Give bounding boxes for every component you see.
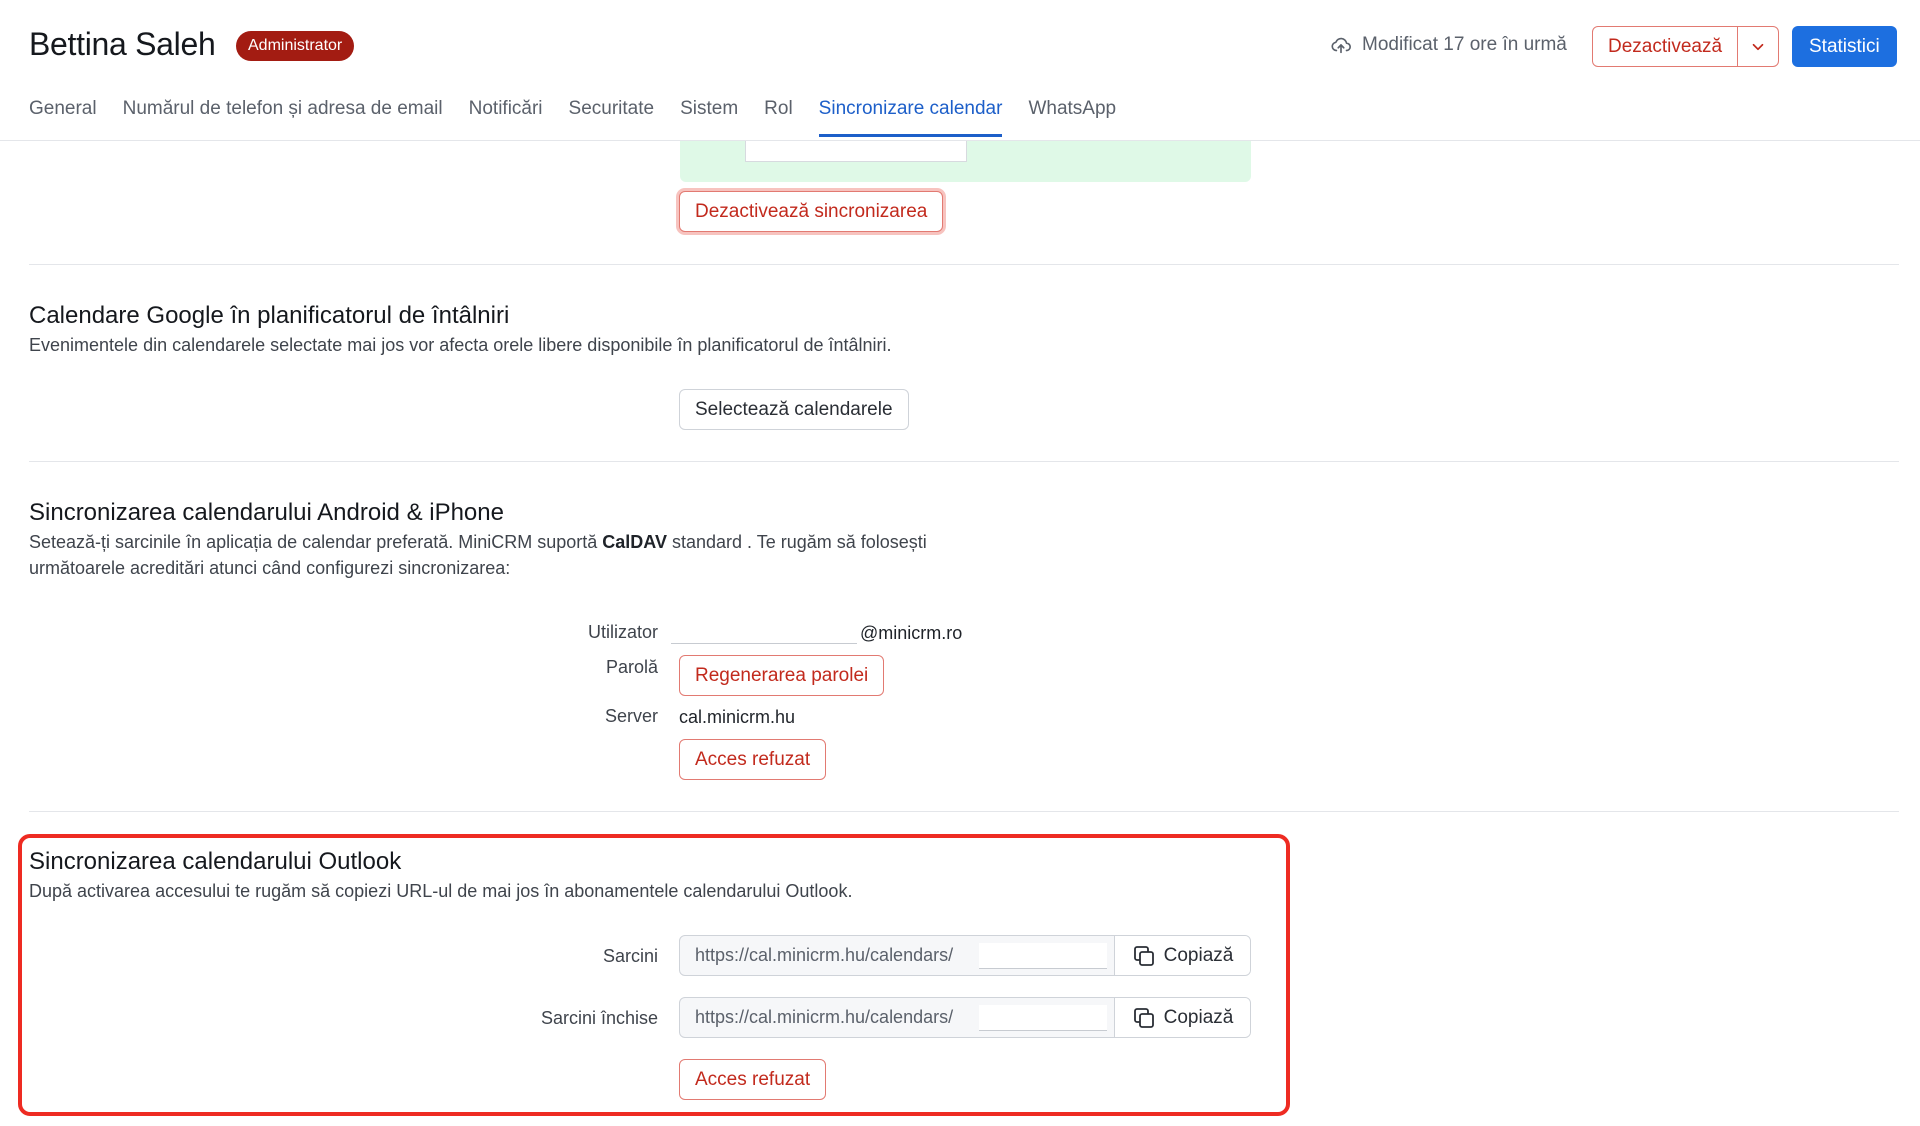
tasks-url-group: https://cal.minicrm.hu/calendars/ Copiaz…	[679, 935, 1251, 976]
modified-status: Modificat 17 ore în urmă	[1330, 34, 1567, 56]
tab-whatsapp[interactable]: WhatsApp	[1028, 98, 1116, 137]
outlook-access-denied-button[interactable]: Acces refuzat	[679, 1059, 827, 1100]
chevron-down-icon	[1752, 43, 1764, 50]
tasks-label: Sarcini	[602, 946, 658, 966]
server-value: cal.minicrm.hu	[679, 707, 796, 727]
copy-icon	[1133, 945, 1154, 966]
url-redacted	[979, 1005, 1107, 1031]
deactivate-button[interactable]: Dezactivează	[1593, 27, 1739, 66]
closed-tasks-url-group: https://cal.minicrm.hu/calendars/ Copiaz…	[679, 997, 1251, 1038]
deactivate-split-button: Dezactivează	[1592, 26, 1780, 67]
copy-closed-tasks-url-button[interactable]: Copiază	[1114, 998, 1250, 1037]
tab-system[interactable]: Sistem	[680, 98, 738, 137]
tab-calendar-sync[interactable]: Sincronizare calendar	[818, 98, 1003, 137]
outlook-title: Sincronizarea calendarului Outlook	[29, 848, 402, 875]
modified-text: Modificat 17 ore în urmă	[1362, 34, 1567, 55]
android-iphone-description: Setează-ți sarcinile în aplicația de cal…	[29, 532, 927, 578]
url-redacted	[979, 943, 1107, 969]
role-badge: Administrator	[236, 31, 355, 61]
outlook-description: După activarea accesului te rugăm să cop…	[29, 881, 853, 901]
section-divider	[29, 811, 1899, 812]
tab-general[interactable]: General	[29, 98, 97, 137]
tab-security[interactable]: Securitate	[569, 98, 655, 137]
disable-sync-button[interactable]: Dezactivează sincronizarea	[679, 191, 944, 232]
caldav-access-denied-button[interactable]: Acces refuzat	[679, 739, 827, 780]
tab-role[interactable]: Rol	[764, 98, 793, 137]
server-label: Server	[604, 706, 658, 726]
closed-tasks-label: Sarcini închise	[540, 1008, 658, 1028]
cloud-upload-icon	[1331, 37, 1351, 54]
closed-tasks-url-field[interactable]: https://cal.minicrm.hu/calendars/	[680, 998, 1114, 1037]
password-label: Parolă	[605, 657, 658, 677]
section-divider	[29, 461, 1899, 462]
page-header: Bettina Saleh Administrator Modificat 17…	[0, 0, 1920, 141]
tab-notifications[interactable]: Notificări	[469, 98, 543, 137]
tasks-url-field[interactable]: https://cal.minicrm.hu/calendars/	[680, 936, 1114, 975]
select-calendars-button[interactable]: Selectează calendarele	[679, 389, 909, 430]
user-name: Bettina Saleh	[29, 26, 216, 62]
user-redacted	[671, 622, 857, 644]
google-calendars-title: Calendare Google în planificatorul de în…	[29, 302, 510, 329]
regenerate-password-button[interactable]: Regenerarea parolei	[679, 655, 885, 696]
statistics-button[interactable]: Statistici	[1792, 26, 1897, 67]
tab-phone-email[interactable]: Numărul de telefon și adresa de email	[123, 98, 443, 137]
android-iphone-title: Sincronizarea calendarului Android & iPh…	[29, 499, 504, 526]
section-divider	[29, 264, 1899, 265]
user-email-suffix: @minicrm.ro	[860, 623, 963, 643]
google-calendars-description: Evenimentele din calendarele selectate m…	[29, 335, 892, 355]
copy-tasks-url-button[interactable]: Copiază	[1114, 936, 1250, 975]
user-label: Utilizator	[587, 622, 658, 642]
sync-panel-field	[745, 141, 967, 162]
copy-icon	[1133, 1007, 1154, 1028]
deactivate-dropdown-toggle[interactable]	[1738, 27, 1778, 66]
settings-tabs: General Numărul de telefon și adresa de …	[29, 98, 1116, 137]
